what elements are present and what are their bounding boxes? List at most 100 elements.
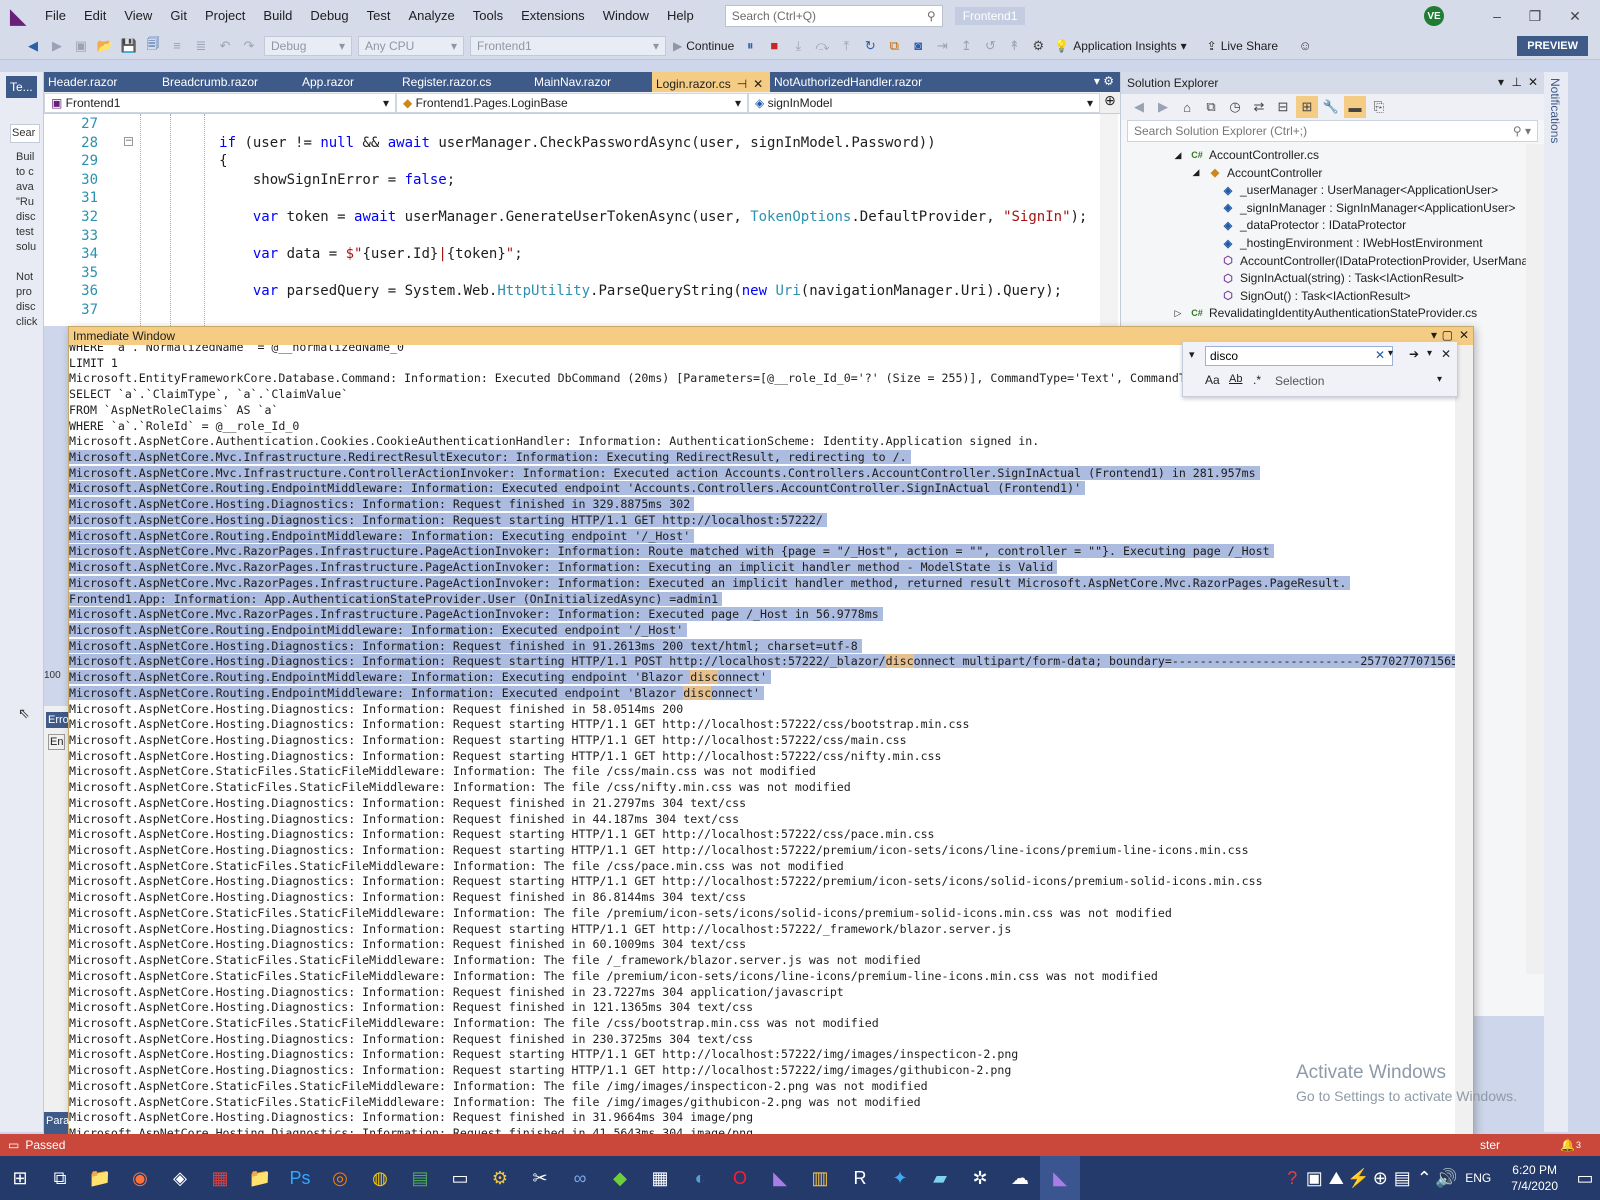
browser-link-icon[interactable]: ⧉	[883, 35, 905, 57]
code-line[interactable]: 36 var parsedQuery = System.Web.HttpUtil…	[44, 283, 1094, 301]
tree-item[interactable]: ⬡ AccountController(IDataProtectionProvid…	[1221, 252, 1528, 270]
close-find-icon[interactable]: ✕	[1441, 347, 1451, 361]
tab-header-razor[interactable]: Header.razor	[44, 72, 158, 92]
tab-notauthorizedhandler-razor[interactable]: NotAuthorizedHandler.razor	[770, 72, 976, 92]
bookmark-icon[interactable]: ⇥	[931, 35, 953, 57]
back-icon[interactable]: ◀	[1128, 96, 1150, 118]
menu-item-extensions[interactable]: Extensions	[512, 0, 594, 32]
tab-register-razor-cs[interactable]: Register.razor.cs	[398, 72, 530, 92]
tab-mainnav-razor[interactable]: MainNav.razor	[530, 72, 652, 92]
expand-icon[interactable]: ▷	[1171, 306, 1185, 320]
window-menu-icon[interactable]: ▾	[1498, 75, 1504, 89]
zoom-level[interactable]: 100	[44, 668, 61, 683]
visual-studio-active-icon[interactable]: ◣	[1040, 1156, 1080, 1200]
split-icon[interactable]: ⊕	[1100, 92, 1120, 113]
output-line[interactable]: Microsoft.EntityFrameworkCore.Database.C…	[69, 371, 1204, 387]
output-line[interactable]: LIMIT 1	[69, 356, 122, 372]
menu-item-file[interactable]: File	[36, 0, 75, 32]
output-line[interactable]: Microsoft.AspNetCore.Mvc.RazorPages.Infr…	[69, 575, 1351, 592]
clear-search-icon[interactable]: ✕	[1375, 348, 1385, 362]
output-line[interactable]: Microsoft.AspNetCore.Routing.EndpointMid…	[69, 528, 695, 545]
app-icon[interactable]: ◐	[680, 1156, 720, 1200]
output-line[interactable]: Microsoft.AspNetCore.Routing.EndpointMid…	[69, 670, 772, 686]
tab-breadcrumb-razor[interactable]: Breadcrumb.razor	[158, 72, 298, 92]
feedback-icon[interactable]: ☺	[1294, 35, 1316, 57]
error-list-filter[interactable]: En	[48, 734, 66, 750]
toggle-replace-icon[interactable]: ▾	[1189, 348, 1195, 361]
test-status-text[interactable]: Passed	[25, 1138, 65, 1152]
step-into-icon[interactable]: ⤓	[787, 35, 809, 57]
menu-item-test[interactable]: Test	[358, 0, 400, 32]
output-line[interactable]: Microsoft.AspNetCore.Routing.EndpointMid…	[69, 685, 765, 702]
sync-icon[interactable]: ⇄	[1248, 96, 1270, 118]
collapse-block-icon[interactable]: −	[124, 137, 133, 146]
match-case-icon[interactable]: Aa	[1205, 373, 1220, 387]
new-project-icon[interactable]: ▣	[70, 35, 92, 57]
output-line[interactable]: Microsoft.AspNetCore.Hosting.Diagnostics…	[69, 1047, 1022, 1063]
class-nav-select[interactable]: ◆ Frontend1.Pages.LoginBase ▾	[396, 93, 748, 113]
output-line[interactable]: WHERE `a`.`NormalizedName` = @__normaliz…	[69, 345, 408, 356]
tree-item[interactable]: ◈ _signInManager : SignInManager<Applicat…	[1221, 199, 1516, 217]
output-line[interactable]: Microsoft.AspNetCore.Hosting.Diagnostics…	[69, 1110, 757, 1126]
tab-app-razor[interactable]: App.razor	[298, 72, 398, 92]
photoshop-icon[interactable]: Ps	[280, 1156, 320, 1200]
preview-badge[interactable]: PREVIEW	[1517, 35, 1588, 56]
save-icon[interactable]: 💾	[118, 35, 140, 57]
member-nav-select[interactable]: ◈ signInModel ▾	[748, 93, 1100, 113]
output-line[interactable]: Microsoft.AspNetCore.Mvc.RazorPages.Infr…	[69, 544, 1274, 560]
app-icon[interactable]: ⚙	[480, 1156, 520, 1200]
find-input[interactable]	[1205, 346, 1393, 366]
output-line[interactable]: Microsoft.AspNetCore.Routing.EndpointMid…	[69, 481, 1086, 497]
output-line[interactable]: Microsoft.AspNetCore.Hosting.Diagnostics…	[69, 749, 946, 765]
output-line[interactable]: SELECT `a`.`ClaimType`, `a`.`ClaimValue`	[69, 387, 352, 403]
find-options-icon[interactable]: ▾	[1427, 348, 1432, 359]
opera-icon[interactable]: O	[720, 1156, 760, 1200]
avatar[interactable]: VE	[1424, 6, 1444, 26]
visual-studio-icon[interactable]: ◣	[760, 1156, 800, 1200]
test-search-input[interactable]: Sear	[10, 124, 40, 143]
output-line[interactable]: Microsoft.AspNetCore.Hosting.Diagnostics…	[69, 827, 939, 843]
parallel-tab[interactable]: Para	[44, 1112, 69, 1134]
blender-icon[interactable]: ◎	[320, 1156, 360, 1200]
firefox-icon[interactable]: ◉	[120, 1156, 160, 1200]
tree-item[interactable]: ◢ C# AccountController.cs	[1171, 146, 1320, 164]
search-input[interactable]: Search (Ctrl+Q) ⚲	[724, 5, 943, 27]
startup-project-select[interactable]: Frontend1 ▾	[470, 35, 666, 56]
save-all-icon[interactable]: 🗐	[142, 35, 164, 57]
windows-start-icon[interactable]: ⊞	[0, 1156, 40, 1200]
tree-item[interactable]: ⬡ SignOut() : Task<IActionResult>	[1221, 287, 1410, 305]
pin-icon[interactable]: ⊥	[1512, 75, 1522, 89]
restart-icon[interactable]: ↻	[859, 35, 881, 57]
window-menu-icon[interactable]: ▾	[1431, 328, 1437, 342]
app-icon[interactable]: ◈	[160, 1156, 200, 1200]
solution-search-input[interactable]: Search Solution Explorer (Ctrl+;) ⚲ ▾	[1127, 120, 1538, 142]
tree-item[interactable]: ⬡ SignInActual(string) : Task<IActionResu…	[1221, 269, 1464, 287]
close-panel-icon[interactable]: ✕	[1459, 328, 1469, 342]
task-view-icon[interactable]: ⧉	[40, 1156, 80, 1200]
action-center-icon[interactable]: ▭	[1570, 1156, 1600, 1200]
app-icon[interactable]: ✂	[520, 1156, 560, 1200]
app-icon[interactable]: R	[840, 1156, 880, 1200]
properties-icon[interactable]: 🔧	[1320, 96, 1342, 118]
notification-bell-icon[interactable]: 🔔	[1560, 1138, 1575, 1152]
app-icon[interactable]: ◆	[600, 1156, 640, 1200]
output-line[interactable]: Microsoft.AspNetCore.Hosting.Diagnostics…	[69, 890, 750, 906]
file-explorer-icon[interactable]: 📁	[80, 1156, 120, 1200]
platform-select[interactable]: Any CPU ▾	[358, 35, 464, 56]
app-icon[interactable]: ✲	[960, 1156, 1000, 1200]
find-next-icon[interactable]: ➔	[1409, 347, 1419, 361]
forward-icon[interactable]: ▶	[1152, 96, 1174, 118]
immediate-scrollbar[interactable]	[1455, 345, 1473, 1135]
app-icon[interactable]: ☁	[1000, 1156, 1040, 1200]
collapse-icon[interactable]: ◢	[1189, 166, 1203, 180]
output-line[interactable]: Microsoft.AspNetCore.StaticFiles.StaticF…	[69, 953, 925, 969]
home-icon[interactable]: ⌂	[1176, 96, 1198, 118]
visual-studio-logo-icon[interactable]: ◣	[0, 0, 36, 32]
application-insights-button[interactable]: 💡 Application Insights ▾	[1054, 39, 1186, 53]
output-line[interactable]: Microsoft.AspNetCore.Hosting.Diagnostics…	[69, 702, 687, 718]
next-bookmark-icon[interactable]: ↺	[979, 35, 1001, 57]
search-scope-label[interactable]: Selection	[1275, 374, 1324, 388]
code-line[interactable]: 33	[44, 228, 1094, 246]
immediate-output[interactable]: WHERE `a`.`NormalizedName` = @__normaliz…	[69, 345, 1457, 1135]
chevron-down-icon[interactable]: ▾	[1437, 374, 1442, 385]
